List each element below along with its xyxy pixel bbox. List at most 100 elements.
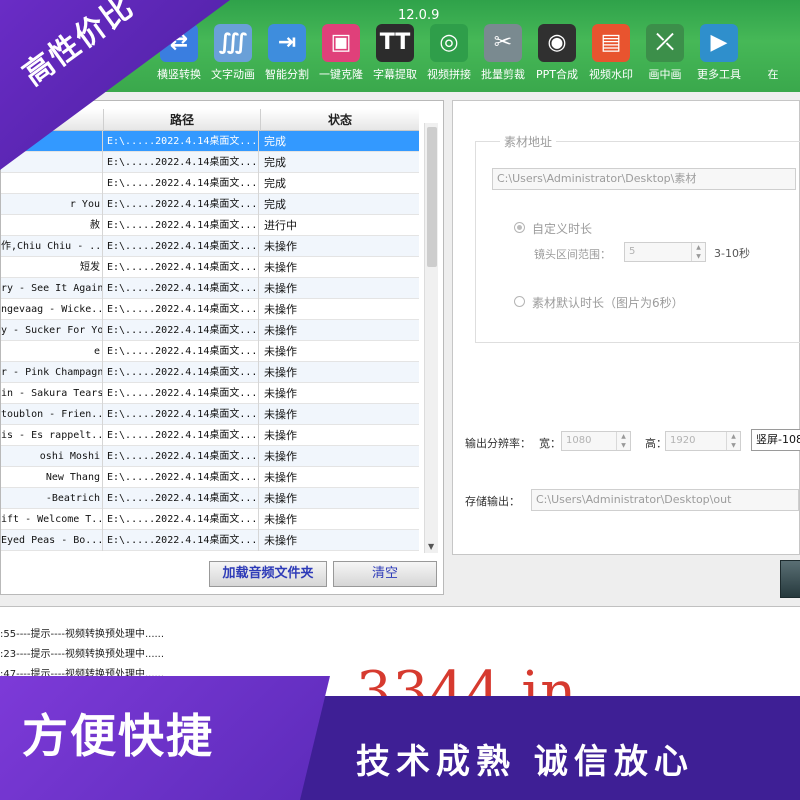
material-group-title: 素材地址 <box>500 133 557 150</box>
table-row[interactable]: e E:\.....2022.4.14桌面文... 未操作 <box>1 341 419 362</box>
toolbar-button[interactable]: ▶ 更多工具 <box>688 24 750 88</box>
shot-range-label: 镜头区间范围： <box>534 248 611 261</box>
file-list-panel: 路径 状态 E:\.....2022.4.14桌面文... 完成 E:\.....2… <box>0 100 444 595</box>
toolbar-button-label: 智能分割 <box>265 68 309 81</box>
file-path-cell: E:\.....2022.4.14桌面文... <box>105 341 259 362</box>
table-row[interactable]: toublon - Frien... E:\.....2022.4.14桌面文..… <box>1 404 419 425</box>
resolution-label: 输出分辨率： <box>465 437 531 450</box>
file-status-cell: 未操作 <box>264 513 297 526</box>
toolbar-button[interactable]: ∭ 文字动画 <box>202 24 264 88</box>
file-path-cell: E:\.....2022.4.14桌面文... <box>105 173 259 194</box>
file-status-cell: 未操作 <box>264 345 297 358</box>
toolbar-button[interactable]: ◎ 视频拼接 <box>418 24 480 88</box>
file-status-cell: 完成 <box>264 135 286 148</box>
table-row[interactable]: ngevaag - Wicke... E:\.....2022.4.14桌面文..… <box>1 299 419 320</box>
file-status-cell: 完成 <box>264 177 286 190</box>
shot-range-input[interactable]: 5 ▲ ▼ <box>624 242 706 262</box>
table-row[interactable]: is - Es rappelt... E:\.....2022.4.14桌面文..… <box>1 425 419 446</box>
toolbar-button-label: 画中画 <box>648 68 682 81</box>
table-row[interactable]: ry - See It Again E:\.....2022.4.14桌面文...… <box>1 278 419 299</box>
log-line: :55----提示----视频转换预处理中...... <box>0 629 165 640</box>
scrollbar-thumb[interactable] <box>427 127 437 267</box>
material-path-input[interactable]: C:\Users\Administrator\Desktop\素材 <box>492 168 796 190</box>
ppt-icon: ◉ <box>538 24 576 62</box>
file-name-cell: 作,Chiu Chiu - ... <box>1 236 103 257</box>
scroll-down-icon[interactable]: ▼ <box>428 542 434 551</box>
file-status-cell: 未操作 <box>264 366 297 379</box>
toolbar-button[interactable]: ⤫ 画中画 <box>634 24 696 88</box>
path-column-header[interactable]: 路径 <box>104 109 261 131</box>
table-row[interactable]: New Thang E:\.....2022.4.14桌面文... 未操作 <box>1 467 419 488</box>
width-input[interactable]: 1080 ▲ ▼ <box>561 431 631 451</box>
toolbar-button-label: PPT合成 <box>536 68 578 81</box>
table-row[interactable]: ift - Welcome T... E:\.....2022.4.14桌面文..… <box>1 509 419 530</box>
table-row[interactable]: oshi Moshi E:\.....2022.4.14桌面文... 未操作 <box>1 446 419 467</box>
file-name-cell: r - Pink Champagne <box>1 362 103 383</box>
default-duration-radio[interactable] <box>514 296 525 307</box>
pip-icon: ⤫ <box>646 24 684 62</box>
file-status-cell: 未操作 <box>264 492 297 505</box>
file-name-cell: ngevaag - Wicke... <box>1 299 103 320</box>
table-row[interactable]: r You E:\.....2022.4.14桌面文... 完成 <box>1 194 419 215</box>
file-status-cell: 未操作 <box>264 240 297 253</box>
split-icon: ⇥ <box>268 24 306 62</box>
file-name-cell: Eyed Peas - Bo... <box>1 530 103 551</box>
promo-bottom-right-text: 技术成熟 诚信放心 <box>356 742 694 782</box>
table-row[interactable]: 作,Chiu Chiu - ... E:\.....2022.4.14桌面文...… <box>1 236 419 257</box>
load-audio-folder-button[interactable]: 加载音频文件夹 <box>209 561 327 587</box>
file-name-cell: r You <box>1 194 103 215</box>
material-group: 素材地址 C:\Users\Administrator\Desktop\素材 自… <box>475 133 800 343</box>
file-name-cell: e <box>1 341 103 362</box>
toolbar-button[interactable]: TT 字幕提取 <box>364 24 426 88</box>
shot-range-hint: 3-10秒 <box>714 247 750 260</box>
width-spin-icon[interactable]: ▲ ▼ <box>616 432 630 450</box>
toolbar-button[interactable]: ◉ PPT合成 <box>526 24 588 88</box>
video-join-icon: ◎ <box>430 24 468 62</box>
table-row[interactable]: 赦 E:\.....2022.4.14桌面文... 进行中 <box>1 215 419 236</box>
toolbar-button-label: 批量剪裁 <box>481 68 525 81</box>
file-name-cell: New Thang <box>1 467 103 488</box>
table-row[interactable]: Eyed Peas - Bo... E:\.....2022.4.14桌面文...… <box>1 530 419 551</box>
file-path-cell: E:\.....2022.4.14桌面文... <box>105 383 259 404</box>
table-row[interactable]: 短发 E:\.....2022.4.14桌面文... 未操作 <box>1 257 419 278</box>
file-path-cell: E:\.....2022.4.14桌面文... <box>105 446 259 467</box>
file-status-cell: 完成 <box>264 156 286 169</box>
toolbar-button[interactable]: ✂ 批量剪裁 <box>472 24 534 88</box>
status-column-header[interactable]: 状态 <box>261 109 419 131</box>
app-window: 12.0.9 ⇄ 横竖转换 ∭ 文字动画 ⇥ 智能分割 ▣ 一键克隆 TT 字幕提取 ◎ 视频拼接 ✂ 批… <box>0 0 800 800</box>
toolbar-button[interactable]: ⇥ 智能分割 <box>256 24 318 88</box>
orientation-select[interactable]: 竖屏-108 <box>751 429 800 451</box>
file-path-cell: E:\.....2022.4.14桌面文... <box>105 152 259 173</box>
file-path-cell: E:\.....2022.4.14桌面文... <box>105 404 259 425</box>
table-row[interactable]: E:\.....2022.4.14桌面文... 完成 <box>1 131 419 152</box>
spin-arrows-icon[interactable]: ▲ ▼ <box>691 243 705 261</box>
file-name-cell: 短发 <box>1 257 103 278</box>
toolbar-button[interactable]: ▣ 一键克隆 <box>310 24 372 88</box>
toolbar-button[interactable]: 在 <box>742 24 800 88</box>
table-row[interactable]: r - Pink Champagne E:\.....2022.4.14桌面文..… <box>1 362 419 383</box>
file-name-cell: is - Es rappelt... <box>1 425 103 446</box>
toolbar-button-label: 一键克隆 <box>319 68 363 81</box>
table-row[interactable]: -Beatrich E:\.....2022.4.14桌面文... 未操作 <box>1 488 419 509</box>
table-row[interactable]: in - Sakura Tears E:\.....2022.4.14桌面文...… <box>1 383 419 404</box>
height-spin-icon[interactable]: ▲ ▼ <box>726 432 740 450</box>
table-row[interactable]: E:\.....2022.4.14桌面文... 完成 <box>1 173 419 194</box>
table-row[interactable]: y - Sucker For You E:\.....2022.4.14桌面文..… <box>1 320 419 341</box>
table-scrollbar[interactable]: ▼ <box>424 123 438 553</box>
toolbar-button-label: 视频水印 <box>589 68 633 81</box>
text-animation-icon: ∭ <box>214 24 252 62</box>
clear-button[interactable]: 清空 <box>333 561 437 587</box>
custom-duration-radio[interactable] <box>514 222 525 233</box>
file-path-cell: E:\.....2022.4.14桌面文... <box>105 278 259 299</box>
table-row[interactable]: E:\.....2022.4.14桌面文... 完成 <box>1 152 419 173</box>
default-duration-label: 素材默认时长（图片为6秒） <box>532 296 684 310</box>
toolbar-button[interactable]: ▤ 视频水印 <box>580 24 642 88</box>
subtitle-icon: TT <box>376 24 414 62</box>
file-status-cell: 未操作 <box>264 261 297 274</box>
output-path-input[interactable]: C:\Users\Administrator\Desktop\out <box>531 489 799 511</box>
watermark-icon: ▤ <box>592 24 630 62</box>
height-input[interactable]: 1920 ▲ ▼ <box>665 431 741 451</box>
start-button[interactable] <box>780 560 800 598</box>
toolbar-button-label: 文字动画 <box>211 68 255 81</box>
file-path-cell: E:\.....2022.4.14桌面文... <box>105 362 259 383</box>
